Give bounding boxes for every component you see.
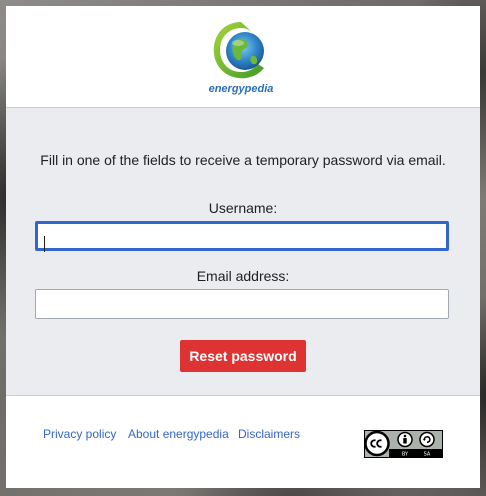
cc-license-badge[interactable]: BY SA — [364, 430, 443, 458]
about-link[interactable]: About energypedia — [128, 427, 229, 441]
by-label: BY — [402, 452, 409, 458]
email-input[interactable] — [35, 289, 449, 319]
header: energypedia — [6, 6, 480, 108]
password-reset-card: energypedia Fill in one of the fields to… — [6, 6, 480, 488]
reset-form: Fill in one of the fields to receive a t… — [6, 108, 480, 396]
sa-label: SA — [424, 452, 431, 458]
sa-icon — [419, 431, 435, 448]
form-intro-text: Fill in one of the fields to receive a t… — [40, 152, 446, 168]
cc-icon — [364, 430, 390, 457]
footer: Privacy policy About energypedia Disclai… — [6, 396, 480, 488]
disclaimers-link[interactable]: Disclaimers — [238, 427, 300, 441]
username-input[interactable] — [35, 221, 449, 251]
username-label: Username: — [208, 200, 278, 216]
globe-e-icon: energypedia — [209, 22, 274, 95]
by-icon — [397, 431, 413, 448]
text-caret — [44, 236, 45, 252]
email-label: Email address: — [196, 268, 290, 284]
energypedia-logo[interactable]: energypedia — [208, 18, 274, 96]
privacy-policy-link[interactable]: Privacy policy — [43, 427, 116, 441]
logo-wordmark: energypedia — [209, 83, 274, 95]
reset-password-button[interactable]: Reset password — [180, 340, 306, 372]
